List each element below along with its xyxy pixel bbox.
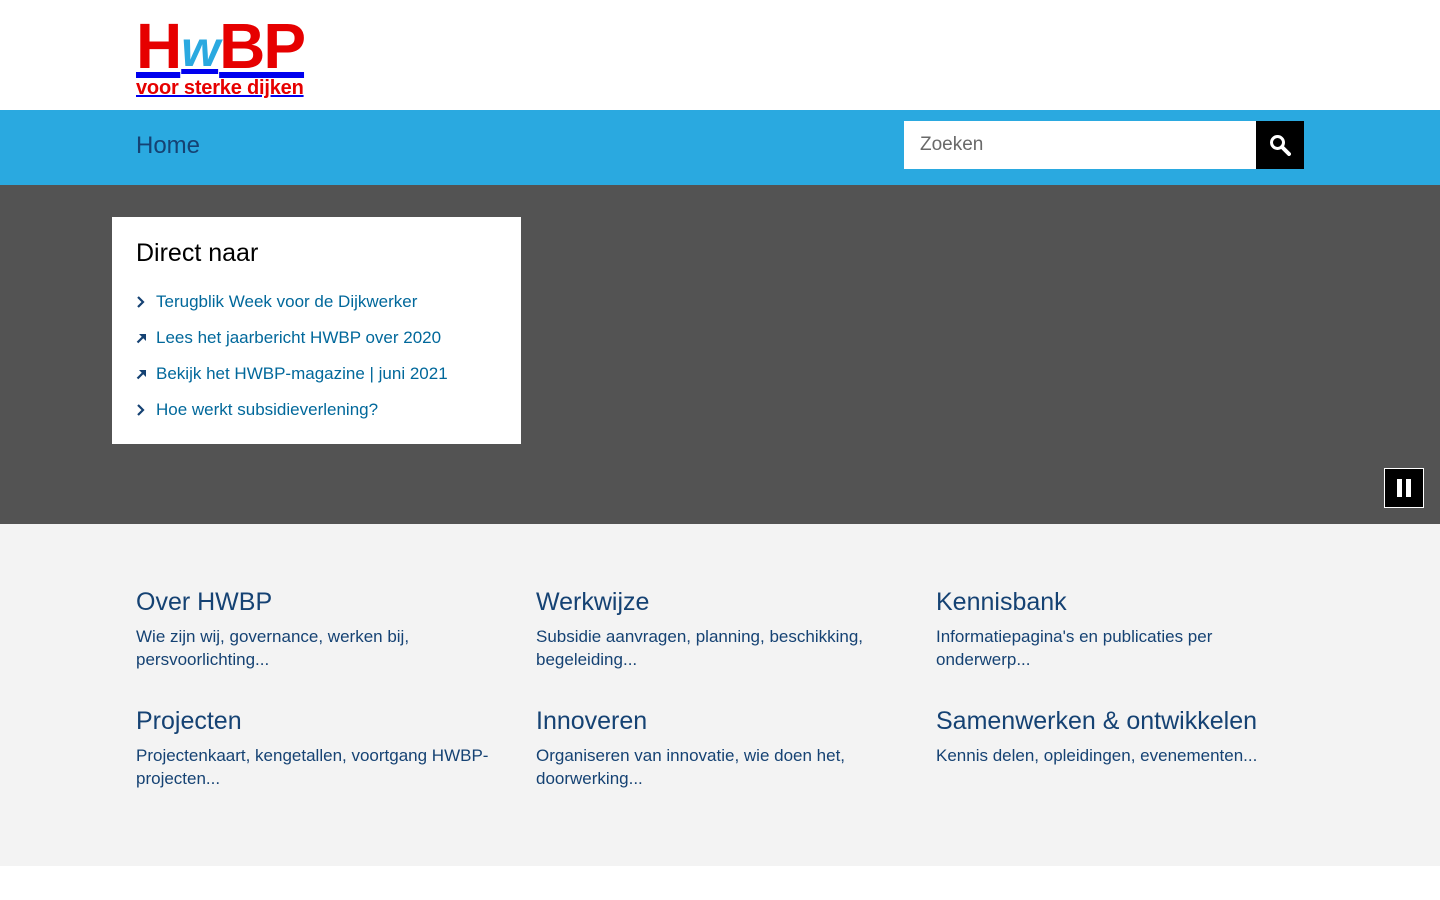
logo-letter-w: w: [181, 21, 220, 77]
search-input[interactable]: [904, 121, 1256, 169]
direct-link-subsidieverlening[interactable]: Hoe werkt subsidieverlening?: [136, 400, 378, 420]
direct-item: Lees het jaarbericht HWBP over 2020: [136, 320, 497, 356]
tile-title: Innoveren: [536, 707, 648, 735]
tile-description: Subsidie aanvragen, planning, beschikkin…: [536, 627, 864, 669]
direct-link-label: Lees het jaarbericht HWBP over 2020: [156, 328, 442, 347]
tile-over-hwbp: Over HWBP Wie zijn wij, governance, werk…: [136, 588, 506, 671]
carousel-pause-button[interactable]: [1384, 468, 1424, 508]
tile-description: Wie zijn wij, governance, werken bij, pe…: [136, 627, 410, 669]
direct-link-magazine[interactable]: Bekijk het HWBP-magazine | juni 2021: [136, 364, 448, 384]
external-arrow-icon: [136, 369, 156, 380]
tile-description: Projectenkaart, kengetallen, voortgang H…: [136, 746, 489, 788]
tile-title: Over HWBP: [136, 588, 273, 616]
tile-title: Werkwijze: [536, 588, 650, 616]
tile-description: Informatiepagina's en publicaties per on…: [936, 627, 1213, 669]
tile-innoveren: Innoveren Organiseren van innovatie, wie…: [536, 707, 906, 790]
tile-link-projecten[interactable]: Projecten Projectenkaart, kengetallen, v…: [136, 707, 506, 790]
tile-link-over-hwbp[interactable]: Over HWBP Wie zijn wij, governance, werk…: [136, 588, 506, 671]
logo-letter-h: H: [136, 10, 182, 82]
tile-description: Kennis delen, opleidingen, evenementen..…: [936, 746, 1258, 765]
site-header: Hw BP voor sterke dijken: [0, 0, 1440, 110]
tile-link-samenwerken[interactable]: Samenwerken & ontwikkelen Kennis delen, …: [936, 707, 1306, 767]
tile-title: Kennisbank: [936, 588, 1067, 616]
page-bottom-strip: [0, 866, 1440, 900]
chevron-right-icon: [136, 404, 156, 416]
direct-link-jaarbericht[interactable]: Lees het jaarbericht HWBP over 2020: [136, 328, 441, 348]
tile-link-werkwijze[interactable]: Werkwijze Subsidie aanvragen, planning, …: [536, 588, 906, 671]
direct-naar-title: Direct naar: [136, 239, 259, 267]
pause-icon-bar: [1406, 479, 1411, 497]
direct-link-label: Hoe werkt subsidieverlening?: [156, 400, 379, 419]
tile-werkwijze: Werkwijze Subsidie aanvragen, planning, …: [536, 588, 906, 671]
logo-tagline: voor sterke dijken: [136, 77, 304, 99]
main-navbar: Home: [0, 110, 1440, 185]
logo-letters-bp: BP: [219, 10, 306, 82]
search-icon: [1270, 135, 1291, 156]
tile-title: Samenwerken & ontwikkelen: [936, 707, 1257, 735]
tile-link-innoveren[interactable]: Innoveren Organiseren van innovatie, wie…: [536, 707, 906, 790]
direct-naar-list: Terugblik Week voor de Dijkwerker Lees h…: [136, 284, 497, 428]
topic-tiles-section: Over HWBP Wie zijn wij, governance, werk…: [0, 524, 1440, 866]
hero-section: Direct naar Terugblik Week voor de Dijkw…: [0, 185, 1440, 524]
hwbp-logo[interactable]: Hw BP voor sterke dijken: [136, 10, 336, 100]
direct-naar-card: Direct naar Terugblik Week voor de Dijkw…: [112, 217, 521, 444]
logo-mark: Hw BP: [136, 10, 336, 82]
direct-link-terugblik[interactable]: Terugblik Week voor de Dijkwerker: [136, 292, 417, 312]
direct-item: Terugblik Week voor de Dijkwerker: [136, 284, 497, 320]
tile-description: Organiseren van innovatie, wie doen het,…: [536, 746, 846, 788]
nav-home-link[interactable]: Home: [136, 132, 200, 160]
tile-link-kennisbank[interactable]: Kennisbank Informatiepagina's en publica…: [936, 588, 1306, 671]
direct-link-label: Bekijk het HWBP-magazine | juni 2021: [156, 364, 448, 383]
search-button[interactable]: [1256, 121, 1304, 169]
tile-projecten: Projecten Projectenkaart, kengetallen, v…: [136, 707, 506, 790]
direct-item: Bekijk het HWBP-magazine | juni 2021: [136, 356, 497, 392]
tile-samenwerken: Samenwerken & ontwikkelen Kennis delen, …: [936, 707, 1306, 767]
tile-title: Projecten: [136, 707, 242, 735]
direct-item: Hoe werkt subsidieverlening?: [136, 392, 497, 428]
chevron-right-icon: [136, 296, 156, 308]
tile-kennisbank: Kennisbank Informatiepagina's en publica…: [936, 588, 1306, 671]
direct-link-label: Terugblik Week voor de Dijkwerker: [156, 292, 418, 311]
pause-icon-bar: [1397, 479, 1402, 497]
external-arrow-icon: [136, 333, 156, 344]
